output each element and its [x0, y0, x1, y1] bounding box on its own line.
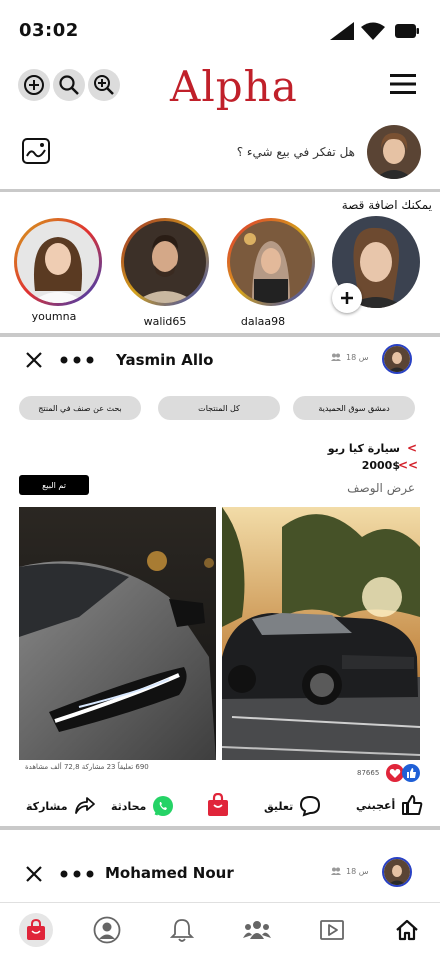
more-dots-icon — [60, 356, 94, 364]
nav-notifications[interactable] — [165, 913, 199, 947]
all-products-chip[interactable]: كل المنتجات — [158, 396, 280, 420]
share-arrow-icon — [74, 796, 96, 816]
close-icon — [24, 864, 44, 884]
zoom-reset-icon — [23, 74, 45, 96]
whatsapp-icon — [152, 795, 174, 817]
car-headlight-photo[interactable] — [19, 507, 216, 760]
add-story-button[interactable] — [332, 283, 362, 313]
bell-icon — [170, 917, 194, 943]
groups-icon — [243, 919, 271, 941]
add-photo-button[interactable] — [21, 136, 51, 166]
search-button[interactable] — [53, 69, 85, 101]
cell-signal-icon — [330, 22, 354, 40]
likes-count: 87665 — [357, 769, 380, 777]
search-category-chip[interactable]: بحث عن صنف في المنتج — [19, 396, 141, 420]
story-item[interactable] — [227, 218, 315, 306]
nav-video[interactable] — [315, 913, 349, 947]
product-title: سيارة كيا ريو — [327, 442, 400, 455]
status-time: 03:02 — [19, 20, 79, 41]
like-reaction-icon — [402, 764, 420, 782]
comment-button[interactable]: تعليق — [264, 795, 321, 817]
nav-groups[interactable] — [240, 913, 274, 947]
search-icon — [58, 74, 80, 96]
story-name: dalaa98 — [240, 315, 286, 328]
more-options-button[interactable] — [60, 356, 94, 364]
story-name: youmna — [31, 310, 77, 323]
thumbs-up-icon — [401, 794, 423, 816]
audience-icon — [331, 867, 341, 875]
profile-icon — [93, 916, 121, 944]
user-avatar[interactable] — [367, 125, 421, 179]
share-button[interactable]: مشاركة — [26, 796, 96, 816]
video-icon — [319, 919, 345, 941]
post-author[interactable]: Yasmin Allo — [116, 351, 213, 369]
like-label: أعجبني — [356, 798, 396, 812]
story-item[interactable] — [14, 218, 102, 306]
story-avatar — [124, 221, 206, 303]
chat-label: محادثة — [111, 799, 147, 813]
post-time: 18 س — [346, 867, 369, 876]
add-story[interactable] — [332, 216, 422, 313]
section-divider — [0, 189, 440, 192]
menu-icon — [390, 73, 416, 95]
section-divider — [0, 826, 440, 830]
plus-icon — [340, 291, 354, 305]
close-icon — [24, 350, 44, 370]
post-time: 18 س — [346, 353, 369, 362]
chevron-left-icon: < — [407, 441, 418, 455]
comment-label: تعليق — [264, 799, 294, 813]
wifi-icon — [361, 22, 385, 40]
close-post-button[interactable] — [24, 350, 44, 370]
app-logo: Alpha — [170, 62, 298, 111]
home-icon — [395, 919, 419, 941]
like-button[interactable]: أعجبني — [356, 794, 423, 816]
shop-icon — [26, 919, 46, 941]
section-divider — [0, 333, 440, 337]
post-author-avatar[interactable] — [382, 344, 412, 374]
more-dots-icon — [60, 870, 94, 878]
sold-badge: تم البيع — [19, 475, 89, 495]
nav-profile[interactable] — [90, 913, 124, 947]
more-options-button[interactable] — [60, 870, 94, 878]
menu-button[interactable] — [390, 73, 416, 95]
speech-bubble-icon — [299, 795, 321, 817]
post-author-avatar[interactable] — [382, 857, 412, 887]
close-post-button[interactable] — [24, 864, 44, 884]
audience-icon — [331, 353, 341, 361]
story-avatar — [17, 221, 99, 303]
share-label: مشاركة — [26, 799, 68, 813]
story-name: walid65 — [143, 315, 187, 328]
location-chip[interactable]: دمشق سوق الحميدية — [293, 396, 415, 420]
product-price: 2000$ — [361, 459, 400, 472]
image-icon — [21, 136, 51, 166]
zoom-in-button[interactable] — [88, 69, 120, 101]
nav-shop[interactable] — [19, 913, 53, 947]
zoom-reset-button[interactable] — [18, 69, 50, 101]
show-description-link[interactable]: عرض الوصف — [347, 481, 415, 495]
post-author[interactable]: Mohamed Nour — [105, 864, 234, 882]
nav-home[interactable] — [390, 913, 424, 947]
composer-prompt[interactable]: هل تفكر في بيع شيء ؟ — [237, 145, 355, 159]
shopping-bag-icon — [207, 793, 229, 817]
zoom-in-icon — [93, 74, 115, 96]
double-chevron-left-icon: << — [398, 458, 419, 472]
stories-title: يمكنك اضافة قصة — [341, 198, 432, 212]
story-item[interactable] — [121, 218, 209, 306]
buy-button[interactable] — [207, 793, 229, 817]
chat-button[interactable]: محادثة — [111, 795, 174, 817]
bottom-nav — [0, 902, 440, 956]
mustang-photo[interactable] — [222, 507, 420, 760]
battery-icon — [395, 24, 419, 38]
story-avatar — [230, 221, 312, 303]
post-stats: 690 تعليقاً 23 مشاركة 72,8 ألف مشاهدة — [25, 763, 149, 771]
